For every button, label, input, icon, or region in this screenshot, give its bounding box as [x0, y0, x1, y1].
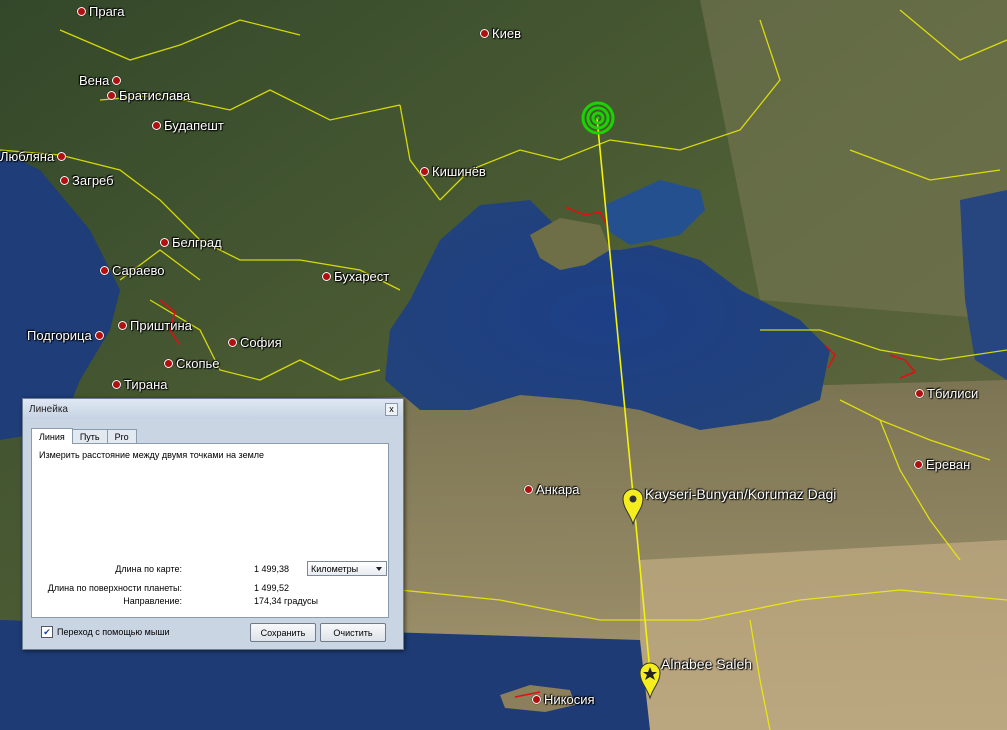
city-label[interactable]: Тбилиси	[915, 386, 978, 401]
city-marker-icon	[112, 380, 121, 389]
ruler-description: Измерить расстояние между двумя точками …	[39, 450, 265, 460]
city-label[interactable]: Анкара	[524, 482, 580, 497]
city-marker-icon	[94, 331, 104, 340]
city-marker-icon	[420, 167, 429, 176]
city-label[interactable]: Вена	[79, 73, 122, 88]
city-marker-icon	[152, 121, 161, 130]
ruler-dialog: Линейка x Линия Путь Pro Измерить рассто…	[22, 398, 404, 650]
checkmark-icon: ✔	[41, 626, 53, 638]
dialog-footer: ✔ Переход с помощью мыши Сохранить Очист…	[23, 621, 403, 645]
city-label[interactable]: Тирана	[112, 377, 168, 392]
city-label[interactable]: Кишинёв	[420, 164, 486, 179]
tab-pro[interactable]: Pro	[106, 429, 137, 444]
clear-button[interactable]: Очистить	[320, 623, 386, 642]
chevron-down-icon	[376, 567, 382, 571]
dialog-titlebar[interactable]: Линейка x	[23, 399, 403, 419]
placemark-pin-icon[interactable]	[620, 486, 646, 526]
measure-start-target-icon[interactable]	[580, 100, 616, 136]
city-marker-icon	[77, 7, 86, 16]
city-label[interactable]: Прага	[77, 4, 125, 19]
city-marker-icon	[532, 695, 541, 704]
city-marker-icon	[322, 272, 331, 281]
surface-length-label: Длина по поверхности планеты:	[47, 583, 182, 593]
city-marker-icon	[160, 238, 169, 247]
city-label[interactable]: Бухарест	[322, 269, 389, 284]
tab-path[interactable]: Путь	[71, 429, 108, 444]
city-marker-icon	[164, 359, 173, 368]
map-length-label: Длина по карте:	[115, 564, 182, 574]
city-label[interactable]: Любляна	[0, 149, 67, 164]
heading-label: Направление:	[123, 596, 182, 606]
city-label[interactable]: Никосия	[532, 692, 595, 707]
city-marker-icon	[524, 485, 533, 494]
city-marker-icon	[112, 76, 122, 85]
dialog-title: Линейка	[29, 403, 68, 415]
city-marker-icon	[914, 460, 923, 469]
city-label[interactable]: Приштина	[118, 318, 192, 333]
city-marker-icon	[100, 266, 109, 275]
surface-length-value: 1 499,52	[254, 583, 290, 593]
city-label[interactable]: Ереван	[914, 457, 970, 472]
city-label[interactable]: Загреб	[60, 173, 114, 188]
city-marker-icon	[60, 176, 69, 185]
city-label[interactable]: Братислава	[107, 88, 190, 103]
city-marker-icon	[915, 389, 924, 398]
city-marker-icon	[228, 338, 237, 347]
city-label[interactable]: Сараево	[100, 263, 164, 278]
city-marker-icon	[107, 91, 116, 100]
city-label[interactable]: Киев	[480, 26, 521, 41]
city-label[interactable]: Подгорица	[27, 328, 104, 343]
placemark-label[interactable]: Kayseri-Bunyan/Korumaz Dagi	[645, 486, 836, 502]
unit-select[interactable]: Километры	[307, 561, 387, 576]
heading-value: 174,34 градусы	[254, 596, 318, 606]
city-label[interactable]: Белград	[160, 235, 222, 250]
city-label[interactable]: София	[228, 335, 282, 350]
map-length-value: 1 499,38	[254, 564, 290, 574]
ruler-panel: Измерить расстояние между двумя точками …	[31, 443, 389, 618]
city-marker-icon	[57, 152, 67, 161]
placemark-label[interactable]: Alnabee Saleh	[661, 656, 752, 672]
unit-select-value: Километры	[311, 563, 359, 574]
close-button[interactable]: x	[385, 402, 398, 416]
city-marker-icon	[118, 321, 127, 330]
ruler-tabs: Линия Путь Pro	[31, 428, 137, 444]
tab-line[interactable]: Линия	[31, 428, 73, 444]
city-label[interactable]: Будапешт	[152, 118, 224, 133]
placemark-pin-icon[interactable]	[637, 660, 663, 700]
city-label[interactable]: Скопье	[164, 356, 220, 371]
mouse-nav-label: Переход с помощью мыши	[57, 627, 170, 637]
mouse-nav-checkbox[interactable]: ✔ Переход с помощью мыши	[41, 626, 170, 638]
city-marker-icon	[480, 29, 489, 38]
save-button[interactable]: Сохранить	[250, 623, 316, 642]
